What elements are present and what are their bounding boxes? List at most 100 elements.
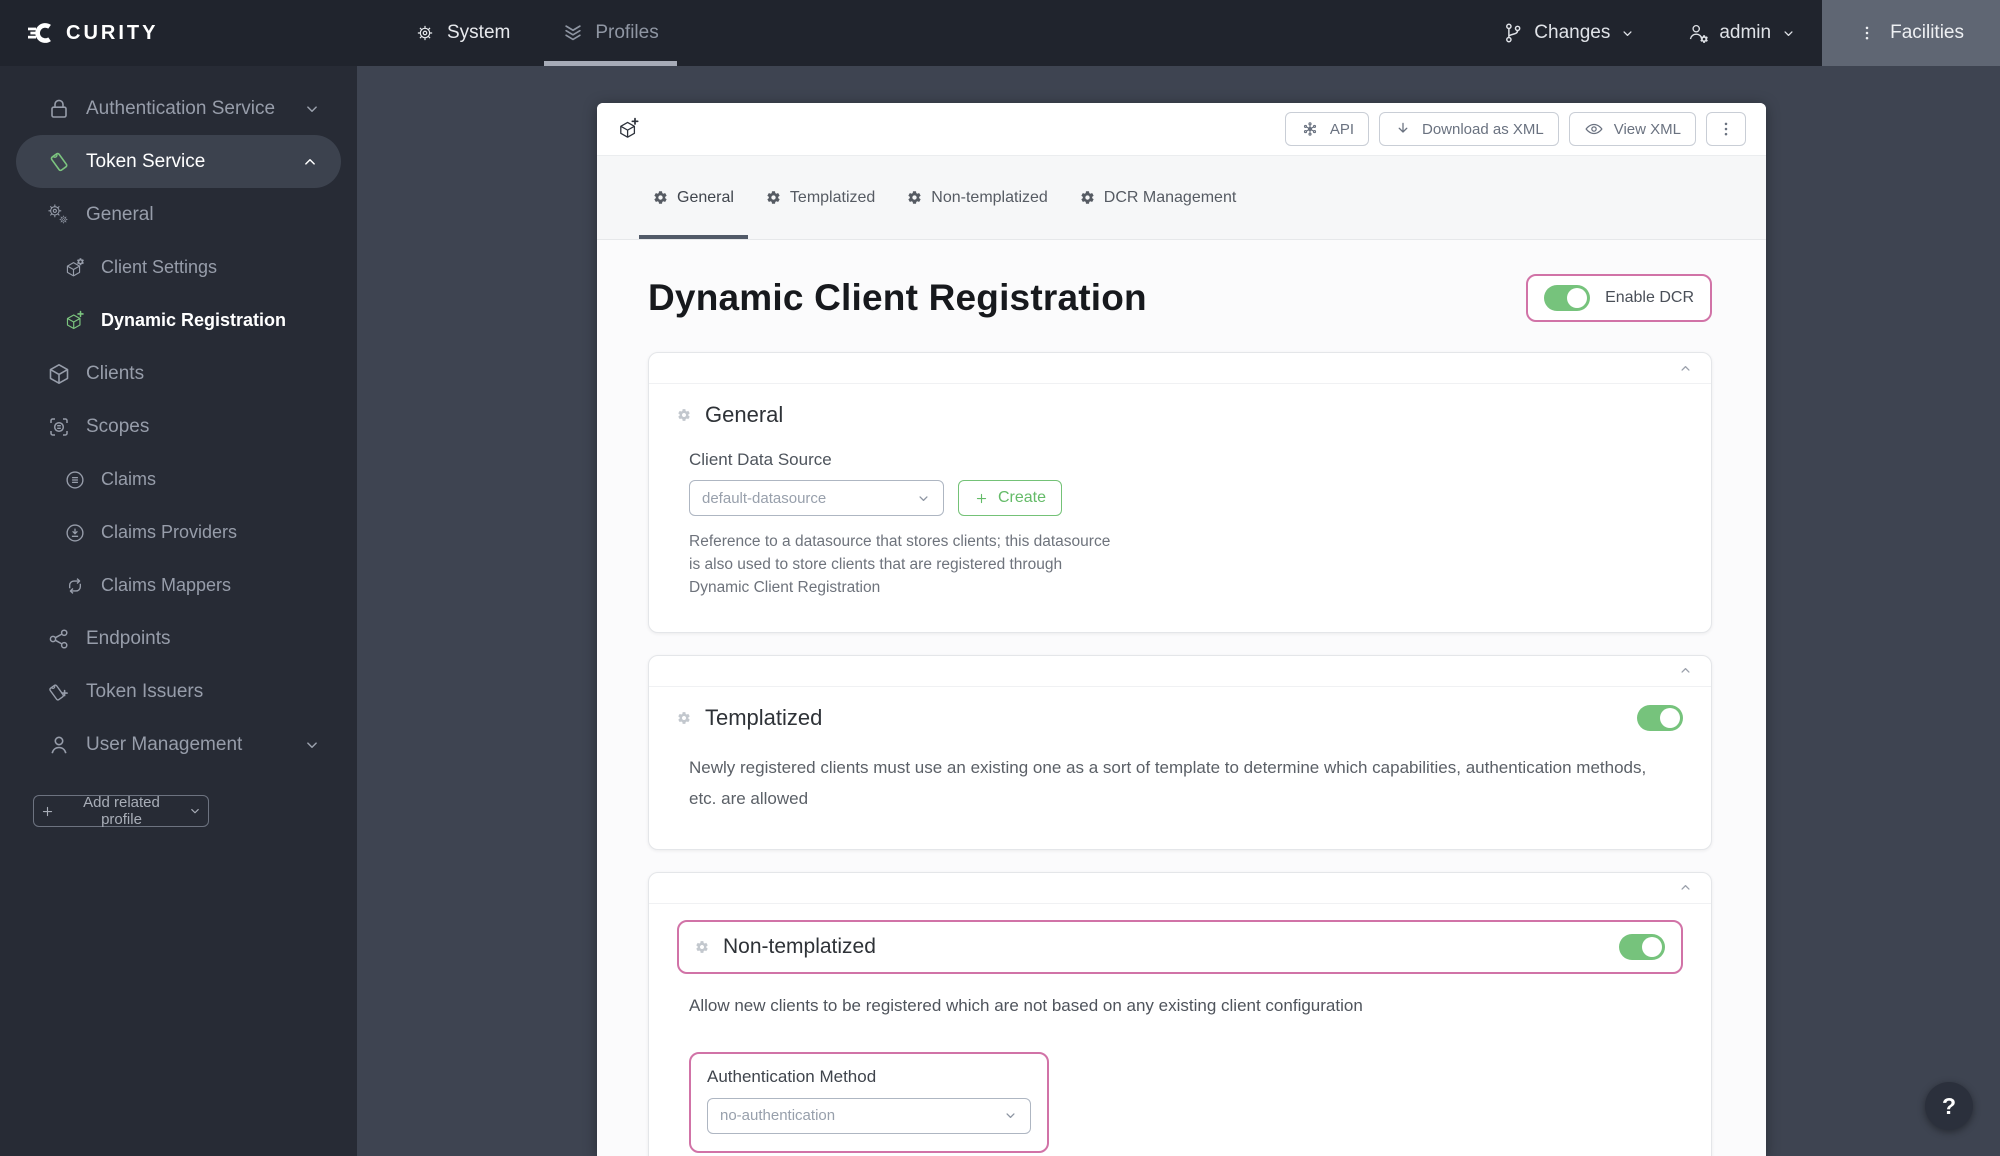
sidebar-item-claims-mappers[interactable]: Claims Mappers xyxy=(0,559,357,612)
top-navigation: System Profiles xyxy=(388,0,685,66)
enable-dcr-control: Enable DCR xyxy=(1526,274,1712,322)
admin-menu[interactable]: admin xyxy=(1661,0,1822,66)
sidebar-item-scopes[interactable]: Scopes xyxy=(0,400,357,453)
templatized-toggle[interactable] xyxy=(1637,704,1683,731)
sidebar-item-token-service[interactable]: Token Service xyxy=(16,135,341,188)
enable-dcr-toggle[interactable] xyxy=(1544,285,1591,311)
tab-templatized[interactable]: Templatized xyxy=(750,156,891,239)
collapse-chevron-up-icon[interactable] xyxy=(1678,663,1693,678)
plus-icon xyxy=(40,804,55,819)
facilities-button[interactable]: Facilities xyxy=(1822,0,2000,66)
nav-tab-system[interactable]: System xyxy=(388,0,536,66)
gear-icon xyxy=(695,940,709,954)
page-content: Dynamic Client Registration Enable DCR G… xyxy=(597,274,1766,1156)
sidebar-item-token-issuers[interactable]: Token Issuers xyxy=(0,665,357,718)
ticket-plus-icon xyxy=(47,680,71,704)
eye-icon xyxy=(1584,119,1604,139)
gear-icon xyxy=(1080,190,1095,205)
panel-collapse-strip xyxy=(649,873,1711,904)
brand: CURITY xyxy=(0,0,328,66)
templatized-section-panel: Templatized Newly registered clients mus… xyxy=(648,654,1712,850)
collapse-chevron-up-icon[interactable] xyxy=(1678,361,1693,376)
templatized-section-body: Templatized Newly registered clients mus… xyxy=(649,704,1711,815)
client-data-source-value: default-datasource xyxy=(702,489,827,507)
plus-icon xyxy=(974,491,989,506)
sidebar-item-claims[interactable]: Claims xyxy=(0,453,357,506)
tab-general[interactable]: General xyxy=(637,156,750,239)
authentication-method-select[interactable]: no-authentication xyxy=(707,1097,1031,1134)
authentication-method-label: Authentication Method xyxy=(707,1066,877,1086)
create-datasource-button[interactable]: Create xyxy=(958,480,1063,516)
top-bar: CURITY System Profiles Changes admin Fac… xyxy=(0,0,2000,66)
sidebar-item-client-settings[interactable]: Client Settings xyxy=(0,241,357,294)
chevron-down-icon xyxy=(1781,26,1796,41)
nav-tab-label: System xyxy=(447,22,511,43)
client-data-source-select[interactable]: default-datasource xyxy=(689,480,944,516)
brand-name: CURITY xyxy=(66,21,159,44)
panel-collapse-strip xyxy=(649,353,1711,384)
general-section-panel: General Client Data Source default-datas… xyxy=(648,352,1712,633)
claims-provider-icon xyxy=(64,522,86,544)
share-icon xyxy=(47,627,71,651)
client-data-source-row: default-datasource Create xyxy=(689,480,1683,516)
sidebar-item-claims-providers[interactable]: Claims Providers xyxy=(0,506,357,559)
client-data-source-help: Reference to a datasource that stores cl… xyxy=(689,533,1111,596)
nav-tab-label: Profiles xyxy=(595,22,659,43)
changes-menu[interactable]: Changes xyxy=(1476,0,1661,66)
sidebar: Authentication Service Token Service Gen… xyxy=(0,66,357,1156)
chevron-down-icon xyxy=(1003,1108,1018,1123)
general-section-body: General Client Data Source default-datas… xyxy=(649,402,1711,600)
chevron-down-icon xyxy=(916,491,931,506)
non-templatized-section-header: Non-templatized xyxy=(677,919,1683,974)
panel-collapse-strip xyxy=(649,656,1711,687)
templatized-section-header: Templatized xyxy=(677,704,1683,731)
kebab-icon xyxy=(1717,120,1735,138)
tab-strip: General Templatized Non-templatized DCR … xyxy=(597,156,1766,240)
sidebar-item-user-management[interactable]: User Management xyxy=(0,718,357,771)
non-templatized-toggle[interactable] xyxy=(1619,933,1665,960)
add-related-profile-button[interactable]: Add related profile xyxy=(33,794,209,828)
chevron-down-icon xyxy=(1620,26,1635,41)
nav-tab-profiles[interactable]: Profiles xyxy=(536,0,684,66)
card-header: API Download as XML View XML xyxy=(597,103,1766,156)
claims-mapper-icon xyxy=(64,575,86,597)
chevron-up-icon xyxy=(301,153,319,171)
gear-icon xyxy=(653,190,668,205)
top-bar-right: Changes admin Facilities xyxy=(1476,0,2000,66)
help-button[interactable]: ? xyxy=(1925,1082,1973,1130)
user-icon xyxy=(47,733,71,757)
download-icon xyxy=(1394,120,1412,138)
view-xml-button[interactable]: View XML xyxy=(1568,112,1696,146)
cube-plus-icon xyxy=(64,310,86,332)
client-data-source-label: Client Data Source xyxy=(689,450,832,469)
sidebar-item-endpoints[interactable]: Endpoints xyxy=(0,612,357,665)
tab-non-templatized[interactable]: Non-templatized xyxy=(891,156,1064,239)
sidebar-item-clients[interactable]: Clients xyxy=(0,347,357,400)
more-options-button[interactable] xyxy=(1706,112,1746,146)
authentication-method-value: no-authentication xyxy=(720,1107,836,1125)
templatized-description: Newly registered clients must use an exi… xyxy=(689,757,1647,808)
facilities-label: Facilities xyxy=(1890,22,1964,43)
sidebar-item-authentication-service[interactable]: Authentication Service xyxy=(0,82,357,135)
download-as-xml-button[interactable]: Download as XML xyxy=(1379,112,1559,146)
cube-icon xyxy=(47,362,71,386)
lock-icon xyxy=(47,97,71,121)
gears-icon xyxy=(47,203,71,227)
collapse-chevron-up-icon[interactable] xyxy=(1678,880,1693,895)
general-section-title: General xyxy=(705,402,784,427)
changes-label: Changes xyxy=(1534,22,1611,43)
tab-dcr-management[interactable]: DCR Management xyxy=(1064,156,1253,239)
title-row: Dynamic Client Registration Enable DCR xyxy=(648,274,1712,322)
non-templatized-section-title: Non-templatized xyxy=(723,934,876,958)
sidebar-item-dynamic-registration[interactable]: Dynamic Registration xyxy=(0,294,357,347)
curity-logo-icon xyxy=(28,20,54,46)
sidebar-item-general[interactable]: General xyxy=(0,188,357,241)
kebab-icon xyxy=(1858,24,1876,42)
authentication-method-group: Authentication Method no-authentication xyxy=(689,1051,1049,1153)
dcr-cube-plus-icon xyxy=(617,117,641,141)
non-templatized-section-body: Non-templatized Allow new clients to be … xyxy=(649,919,1711,1156)
api-button[interactable]: API xyxy=(1284,112,1369,146)
chevron-down-icon xyxy=(303,100,321,118)
gear-icon xyxy=(677,711,691,725)
chevron-down-icon xyxy=(188,804,202,818)
